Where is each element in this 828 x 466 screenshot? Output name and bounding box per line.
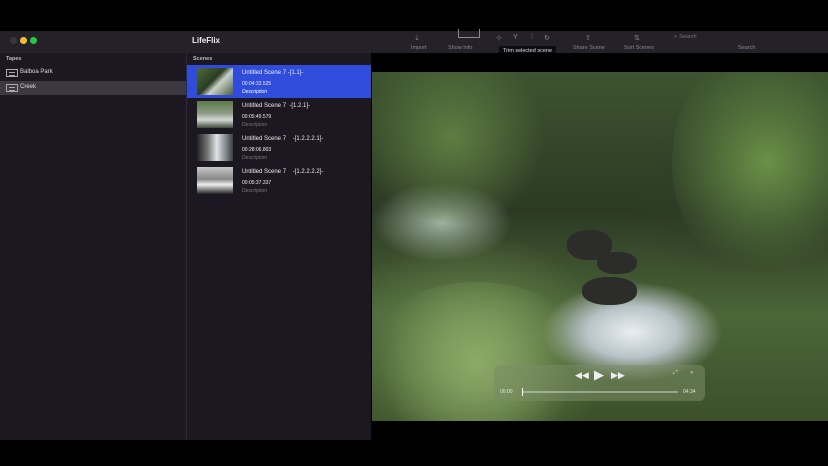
- scene-title: Untitled Scene 7 -[1.2.1]-: [242, 103, 311, 109]
- share-icon[interactable]: ⇧: [585, 34, 591, 42]
- scene-thumbnail: [197, 134, 233, 161]
- tapes-sidebar: Tapes Balboa Park Creek: [0, 53, 187, 440]
- scene-thumbnail: [197, 101, 233, 128]
- minimize-window-button[interactable]: [20, 37, 27, 44]
- sidebar-item-creek[interactable]: Creek: [0, 81, 186, 95]
- scenes-header: Scenes: [193, 56, 213, 62]
- scene-duration: 00:04:33.525: [242, 81, 272, 87]
- sidebar-item-label: Creek: [20, 84, 37, 90]
- scene-title: Untitled Scene 7 -[1.1]-: [242, 70, 304, 76]
- title-bar: LifeFlix ⇣ Import Show Info ⊹ Y ⁞ ↻ Trim…: [0, 29, 828, 56]
- scene-description[interactable]: Description: [242, 122, 267, 128]
- sidebar-item-balboa-park[interactable]: Balboa Park: [0, 66, 186, 80]
- sidebar-item-label: Balboa Park: [20, 69, 53, 75]
- sort-icon[interactable]: ⇅: [634, 34, 640, 42]
- scene-item[interactable]: Untitled Scene 7 -[1.2.1]- 00:05:49.579 …: [187, 98, 371, 131]
- search-input[interactable]: ⌕ Search: [672, 34, 812, 44]
- duration-time: 04:34: [683, 389, 696, 395]
- trim-icon[interactable]: ⊹: [496, 34, 502, 42]
- show-info-button[interactable]: Show Info: [448, 45, 472, 51]
- app-title: LifeFlix: [192, 36, 221, 45]
- scrubber-playhead[interactable]: [522, 388, 523, 396]
- rewind-icon[interactable]: ◀◀: [575, 370, 589, 381]
- rock: [597, 252, 637, 274]
- search-label: Search: [738, 45, 756, 51]
- split-icon[interactable]: Y: [513, 34, 518, 41]
- divider-icon: ⁞: [531, 34, 533, 41]
- tape-icon: [6, 84, 18, 92]
- search-placeholder: Search: [679, 34, 697, 40]
- play-icon[interactable]: ▶: [594, 367, 604, 383]
- fast-forward-icon[interactable]: ▶▶: [611, 370, 625, 381]
- scene-duration: 00:05:49.579: [242, 114, 272, 120]
- scenes-list: Scenes Untitled Scene 7 -[1.1]- 00:04:33…: [187, 53, 371, 440]
- share-scene-button[interactable]: Share Scene: [573, 45, 605, 51]
- rock: [582, 277, 637, 305]
- show-info-icon[interactable]: [458, 29, 480, 38]
- close-window-button[interactable]: [10, 37, 17, 44]
- scene-item[interactable]: Untitled Scene 7 -[1.2.2.2.1]- 00:28:06.…: [187, 131, 371, 164]
- import-button[interactable]: Import: [411, 45, 427, 51]
- search-icon: ⌕: [674, 34, 678, 40]
- import-icon[interactable]: ⇣: [414, 34, 420, 42]
- rotate-icon[interactable]: ↻: [544, 34, 550, 42]
- foliage: [372, 72, 552, 222]
- tapes-header: Tapes: [6, 56, 22, 62]
- foliage: [672, 72, 828, 282]
- video-player[interactable]: ◀◀ ▶ ▶▶ ⤢ » 00:00 04:34: [371, 53, 828, 440]
- current-time: 00:00: [500, 389, 513, 395]
- scene-item[interactable]: Untitled Scene 7 -[1.1]- 00:04:33.525 De…: [187, 65, 371, 98]
- scene-item[interactable]: Untitled Scene 7 -[1.2.2.2.2]- 00:05:37.…: [187, 164, 371, 197]
- playback-controls: ◀◀ ▶ ▶▶ ⤢ » 00:00 04:34: [494, 365, 705, 401]
- scene-description[interactable]: Description: [242, 188, 267, 194]
- scene-thumbnail: [197, 167, 233, 194]
- scene-duration: 00:28:06.803: [242, 147, 272, 153]
- scene-description[interactable]: Description: [242, 89, 267, 95]
- sort-scenes-button[interactable]: Sort Scenes: [624, 45, 654, 51]
- scrubber[interactable]: [522, 388, 678, 396]
- scene-description[interactable]: Description: [242, 155, 267, 161]
- scene-title: Untitled Scene 7 -[1.2.2.2.1]-: [242, 136, 324, 142]
- scene-thumbnail: [197, 68, 233, 95]
- video-frame[interactable]: ◀◀ ▶ ▶▶ ⤢ » 00:00 04:34: [372, 72, 828, 421]
- skip-icon[interactable]: »: [690, 370, 693, 376]
- fullscreen-icon[interactable]: ⤢: [673, 370, 678, 377]
- scene-title: Untitled Scene 7 -[1.2.2.2.2]-: [242, 169, 324, 175]
- maximize-window-button[interactable]: [30, 37, 37, 44]
- scene-duration: 00:05:37.337: [242, 180, 272, 186]
- tape-icon: [6, 69, 18, 77]
